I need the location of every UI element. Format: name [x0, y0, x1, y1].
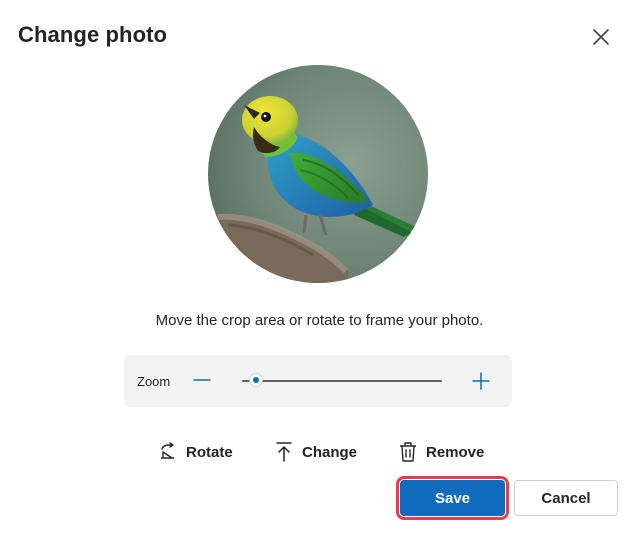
zoom-slider[interactable]: [242, 371, 442, 391]
zoom-label: Zoom: [137, 374, 171, 389]
close-icon: [593, 29, 609, 45]
close-button[interactable]: [588, 24, 614, 50]
zoom-out-button[interactable]: [192, 370, 212, 390]
rotate-button[interactable]: Rotate: [158, 438, 233, 466]
rotate-label: Rotate: [186, 443, 233, 461]
change-button[interactable]: Change: [274, 438, 357, 466]
minus-icon: [193, 379, 211, 381]
remove-label: Remove: [426, 443, 485, 461]
bird-photo: [208, 65, 428, 283]
crop-instruction: Move the crop area or rotate to frame yo…: [155, 312, 484, 329]
plus-icon: [472, 372, 490, 390]
profile-photo-crop[interactable]: [208, 65, 428, 283]
change-photo-dialog: Change photo Move the crop area or rotat…: [0, 0, 639, 535]
dialog-title: Change photo: [18, 22, 168, 47]
zoom-in-button[interactable]: [470, 370, 492, 392]
remove-button[interactable]: Remove: [398, 438, 484, 466]
cancel-button[interactable]: Cancel: [514, 480, 618, 516]
zoom-slider-thumb[interactable]: [248, 373, 263, 387]
change-label: Change: [302, 443, 358, 461]
trash-icon: [400, 442, 416, 462]
upload-icon: [276, 442, 292, 462]
rotate-icon: [161, 442, 174, 459]
save-button[interactable]: Save: [396, 476, 509, 520]
zoom-control: Zoom: [124, 355, 512, 407]
zoom-slider-track: [242, 380, 442, 382]
